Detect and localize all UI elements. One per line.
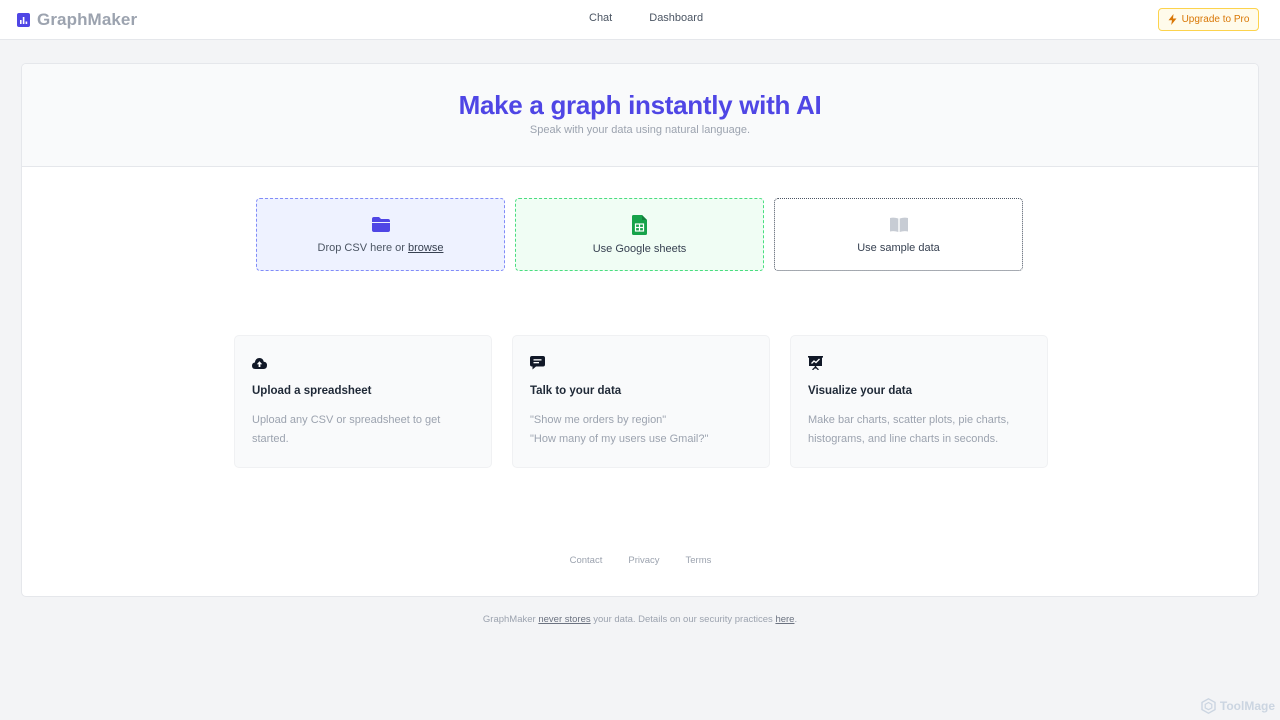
page-title: Make a graph instantly with AI [458,90,822,120]
privacy-notice: GraphMaker never stores your data. Detai… [482,614,798,625]
feature-description: "Show me orders by region" "How many of m… [530,414,709,445]
google-sheets-option[interactable]: Use Google sheets [515,198,764,271]
browse-link[interactable]: browse [408,242,443,254]
feature-title: Visualize your data [808,385,912,397]
brand-name: GraphMaker [37,10,138,29]
csv-drop-label: Drop CSV here or [317,241,408,254]
chat-bubble-icon [530,356,545,370]
cloud-upload-icon [252,358,267,369]
feature-card-upload: Upload a spreadsheet Upload any CSV or s… [234,335,492,468]
google-sheets-label: Use Google sheets [592,242,687,255]
upgrade-label: Upgrade to Pro [1181,14,1250,25]
brand-logo[interactable]: GraphMaker [17,9,137,31]
csv-dropzone-text: Drop CSV here or browse [318,242,444,254]
nav-dashboard-link[interactable]: Dashboard [649,12,703,24]
sample-data-option[interactable]: Use sample data [774,198,1023,271]
data-source-options: Drop CSV here or browse Use Google sheet… [256,198,1023,271]
page-subtitle: Speak with your data using natural langu… [529,124,751,136]
book-open-icon [889,217,908,232]
main-nav: Chat Dashboard [589,12,703,24]
nav-chat-link[interactable]: Chat [589,12,612,24]
never-stores-link[interactable]: never stores [538,614,590,625]
terms-link[interactable]: Terms [686,555,712,566]
footer-links: Contact Privacy Terms [22,555,1258,566]
hexagon-logo-icon [1201,698,1216,714]
feature-title: Talk to your data [530,385,622,397]
csv-dropzone[interactable]: Drop CSV here or browse [256,198,505,271]
feature-card-talk: Talk to your data "Show me orders by reg… [512,335,770,468]
top-navbar: GraphMaker Chat Dashboard Upgrade to Pro [0,0,1280,40]
feature-title: Upload a spreadsheet [252,385,372,397]
watermark: ToolMage [1201,698,1275,714]
feature-list: Upload a spreadsheet Upload any CSV or s… [234,335,1048,468]
presentation-chart-icon [808,356,823,371]
main-card: Make a graph instantly with AI Speak wit… [21,63,1259,597]
upgrade-to-pro-button[interactable]: Upgrade to Pro [1158,8,1259,31]
privacy-link[interactable]: Privacy [628,555,659,566]
folder-icon [371,217,390,232]
feature-description: Make bar charts, scatter plots, pie char… [808,414,1010,445]
google-sheets-icon [632,214,647,235]
security-details-link[interactable]: here [775,614,794,625]
bar-chart-icon [17,13,30,27]
contact-link[interactable]: Contact [570,555,603,566]
sample-data-label: Use sample data [857,241,940,254]
hero-section: Make a graph instantly with AI Speak wit… [22,64,1258,167]
feature-description: Upload any CSV or spreadsheet to get star… [252,414,441,445]
feature-card-visualize: Visualize your data Make bar charts, sca… [790,335,1048,468]
watermark-text: ToolMage [1219,699,1275,713]
lightning-icon [1168,14,1177,25]
